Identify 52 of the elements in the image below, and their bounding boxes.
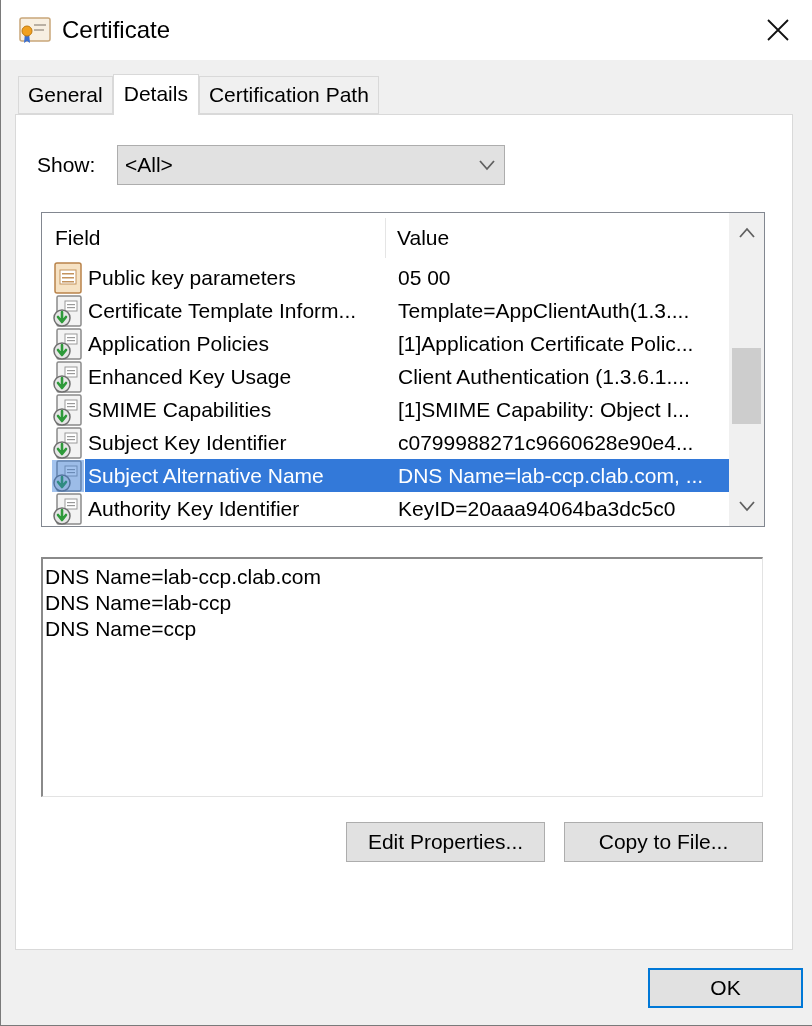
certificate-icon bbox=[19, 16, 51, 44]
text-line: DNS Name=ccp bbox=[45, 616, 197, 642]
value-cell-text: [1]SMIME Capability: Object I... bbox=[398, 397, 691, 422]
document-download-icon bbox=[52, 360, 84, 393]
field-cell-text: Public key parameters bbox=[87, 265, 297, 290]
document-download-icon bbox=[52, 393, 84, 426]
document-download-icon bbox=[52, 459, 84, 492]
document-download-icon bbox=[52, 294, 84, 327]
list-row[interactable]: Certificate Template Inform... Template=AppClientAuth(1.3.... bbox=[42, 294, 729, 327]
column-header[interactable]: Field bbox=[42, 218, 386, 258]
value-cell-text: 05 00 bbox=[398, 265, 452, 290]
field-cell-text: Authority Key Identifier bbox=[87, 496, 301, 521]
text-line: DNS Name=lab-ccp bbox=[45, 590, 232, 616]
list-row[interactable]: Enhanced Key Usage Client Authentication (1.3.6.1.... bbox=[42, 360, 729, 393]
list-row[interactable]: Application Policies [1]Application Certificate Polic... bbox=[42, 327, 729, 360]
scrollbar[interactable] bbox=[729, 213, 764, 526]
document-icon bbox=[52, 261, 84, 294]
list-row[interactable]: Authority Key Identifier KeyID=20aaa94064ba3dc5c0 bbox=[42, 492, 729, 525]
dialog-button[interactable]: Edit Properties... bbox=[346, 822, 545, 862]
value-cell-text: c0799988271c9660628e90e4... bbox=[398, 430, 695, 455]
document-download-icon bbox=[52, 327, 84, 360]
detail-text-field[interactable]: DNS Name=lab-ccp.clab.com DNS Name=lab-ccp DNS Name=ccp bbox=[41, 557, 763, 797]
ok-button[interactable]: OK bbox=[648, 968, 803, 1008]
field-cell-text: Subject Alternative Name bbox=[87, 463, 325, 488]
window-title: Certificate bbox=[62, 16, 171, 44]
tab[interactable]: Details bbox=[112, 74, 199, 115]
value-cell-text: DNS Name=lab-ccp.clab.com, ... bbox=[398, 463, 705, 488]
scrollbar-thumb[interactable] bbox=[732, 348, 761, 424]
chevron-up-icon[interactable] bbox=[738, 227, 755, 239]
tab[interactable]: General bbox=[18, 76, 113, 114]
tab[interactable]: Certification Path bbox=[198, 76, 379, 114]
list-row[interactable]: SMIME Capabilities [1]SMIME Capability: Object I... bbox=[42, 393, 729, 426]
field-cell-text: SMIME Capabilities bbox=[87, 397, 273, 422]
dialog-button[interactable]: Copy to File... bbox=[564, 822, 763, 862]
text-line: DNS Name=lab-ccp.clab.com bbox=[45, 564, 321, 590]
close-icon[interactable] bbox=[767, 19, 789, 41]
value-cell-text: Template=AppClientAuth(1.3.... bbox=[398, 298, 691, 323]
chevron-down-icon[interactable] bbox=[479, 159, 495, 171]
value-cell-text: Client Authentication (1.3.6.1.... bbox=[398, 364, 691, 389]
list-row[interactable]: Public key parameters 05 00 bbox=[42, 261, 729, 294]
column-header[interactable]: Value bbox=[386, 218, 729, 258]
value-cell-text: KeyID=20aaa94064ba3dc5c0 bbox=[398, 496, 677, 521]
field-cell-text: Enhanced Key Usage bbox=[87, 364, 293, 389]
document-download-icon bbox=[52, 426, 84, 459]
field-cell-text: Subject Key Identifier bbox=[87, 430, 288, 455]
show-label: Show: bbox=[37, 153, 97, 177]
show-dropdown[interactable]: <All> bbox=[117, 145, 505, 185]
chevron-down-icon[interactable] bbox=[738, 500, 755, 512]
field-cell-text: Application Policies bbox=[87, 331, 270, 356]
value-cell-text: [1]Application Certificate Polic... bbox=[398, 331, 695, 356]
list-row[interactable]: Subject Key Identifier c0799988271c9660628e90e4... bbox=[42, 426, 729, 459]
field-cell-text: Certificate Template Inform... bbox=[87, 298, 358, 323]
